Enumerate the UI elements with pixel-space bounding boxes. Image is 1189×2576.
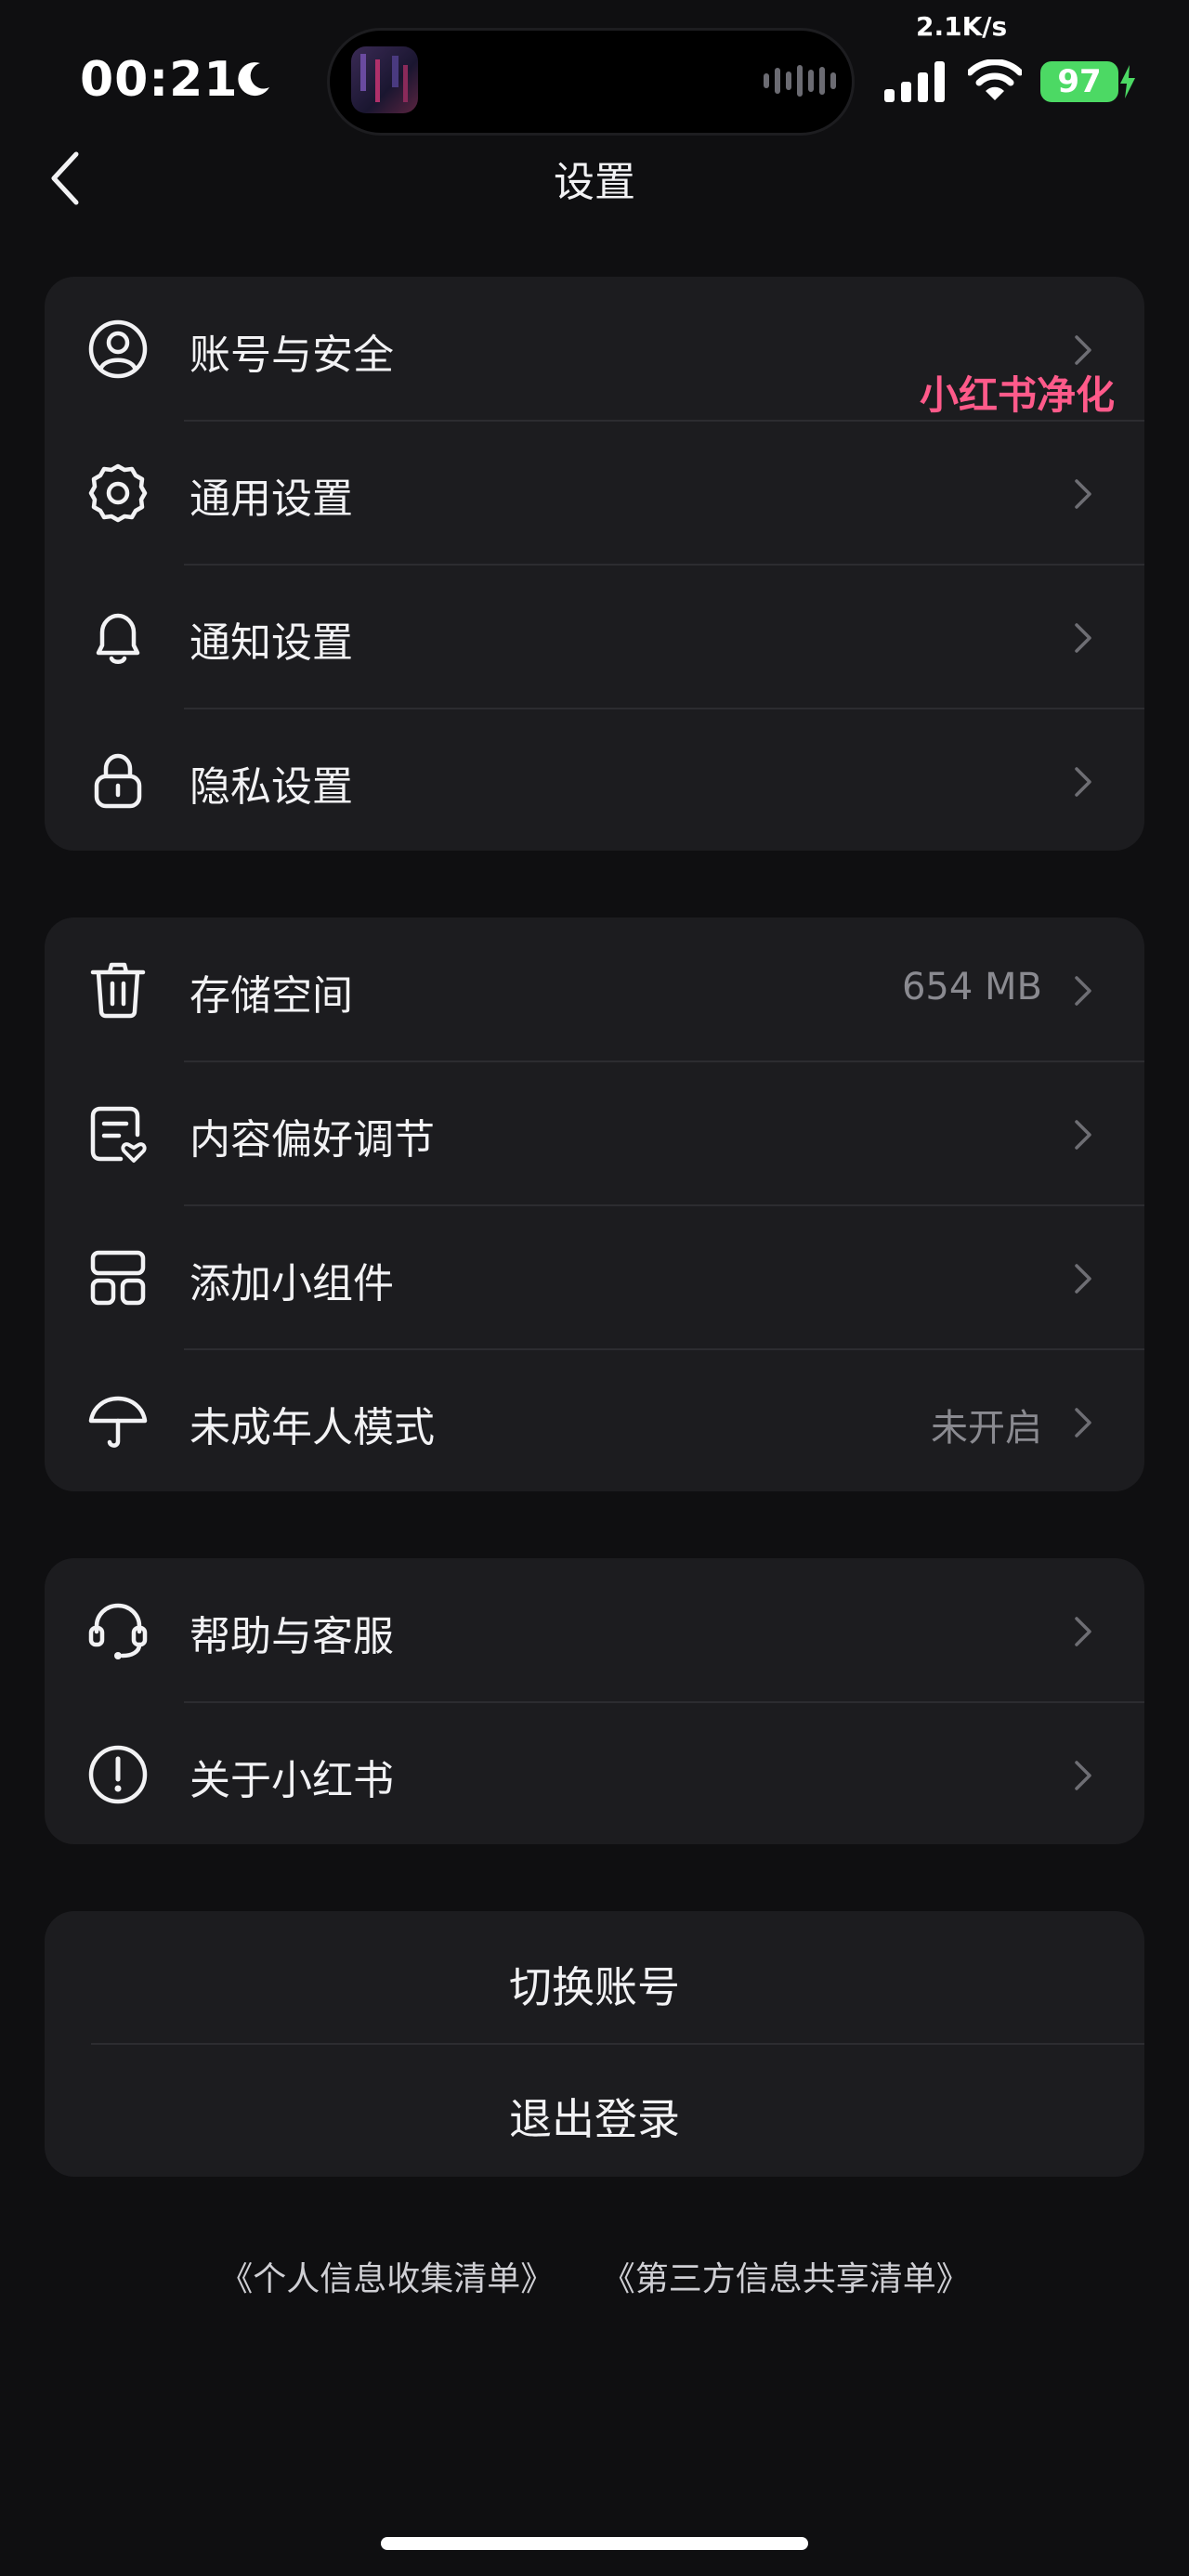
watermark-label: 小红书净化 — [920, 372, 1116, 418]
account-actions-group: 切换账号 退出登录 — [45, 1911, 1144, 2177]
settings-item-label: 关于小红书 — [189, 1757, 394, 1804]
settings-item-storage[interactable]: 存储空间 654 MB — [45, 917, 1144, 1060]
settings-item-content-preferences[interactable]: 内容偏好调节 — [45, 1061, 1144, 1204]
settings-item-label: 添加小组件 — [189, 1260, 394, 1308]
cellular-signal-icon — [884, 61, 945, 102]
footer-links: 《个人信息收集清单》 《第三方信息共享清单》 — [0, 2252, 1189, 2300]
lock-icon — [94, 753, 142, 809]
third-party-sharing-list-link[interactable]: 《第三方信息共享清单》 — [602, 2260, 970, 2298]
settings-item-minor-mode[interactable]: 未成年人模式 未开启 — [45, 1349, 1144, 1492]
settings-item-about[interactable]: 关于小红书 — [45, 1702, 1144, 1845]
settings-item-label: 通知设置 — [189, 619, 353, 667]
chevron-right-icon — [1075, 1408, 1091, 1438]
album-art-icon — [351, 46, 418, 113]
settings-item-label: 内容偏好调节 — [189, 1116, 435, 1164]
user-circle-icon — [88, 319, 148, 379]
chevron-right-icon — [1075, 976, 1091, 1006]
headset-icon — [88, 1603, 148, 1659]
settings-item-label: 隐私设置 — [189, 763, 353, 811]
settings-item-help[interactable]: 帮助与客服 — [45, 1558, 1144, 1701]
network-speed: 2.1K/s — [916, 11, 1008, 42]
settings-group-account: 账号与安全 通用设置 通知设置 隐私设置 — [45, 277, 1144, 851]
settings-item-label: 存储空间 — [189, 972, 353, 1020]
settings-item-add-widget[interactable]: 添加小组件 — [45, 1205, 1144, 1348]
personal-info-list-link[interactable]: 《个人信息收集清单》 — [219, 2260, 554, 2298]
trash-icon — [90, 962, 146, 1019]
wifi-icon — [968, 59, 1022, 100]
chevron-right-icon — [1075, 1617, 1091, 1646]
chevron-right-icon — [1075, 479, 1091, 509]
audio-waveform-icon — [764, 65, 836, 97]
settings-item-label: 未成年人模式 — [189, 1404, 435, 1451]
chevron-right-icon — [1075, 623, 1091, 653]
settings-item-notifications[interactable]: 通知设置 — [45, 565, 1144, 708]
battery-level: 97 — [1040, 61, 1118, 102]
chevron-right-icon — [1075, 1761, 1091, 1790]
settings-item-general[interactable]: 通用设置 — [45, 421, 1144, 564]
settings-item-privacy[interactable]: 隐私设置 — [45, 709, 1144, 852]
settings-item-label: 帮助与客服 — [189, 1613, 394, 1660]
moon-icon — [238, 62, 269, 97]
storage-size-value: 654 MB — [901, 966, 1042, 1008]
chevron-right-icon — [1075, 1264, 1091, 1294]
logout-button[interactable]: 退出登录 — [45, 2086, 1144, 2147]
settings-item-label: 账号与安全 — [189, 332, 394, 379]
charging-bolt-icon — [1120, 65, 1135, 98]
note-heart-icon — [90, 1106, 147, 1163]
chevron-right-icon — [1075, 1120, 1091, 1150]
chevron-right-icon — [1075, 335, 1091, 365]
minor-mode-status: 未开启 — [931, 1407, 1042, 1450]
status-time: 00:21 — [80, 52, 239, 108]
info-icon — [88, 1745, 148, 1804]
bell-icon — [96, 613, 140, 664]
settings-item-label: 通用设置 — [189, 475, 353, 523]
widget-icon — [90, 1250, 146, 1306]
switch-account-button[interactable]: 切换账号 — [45, 1954, 1144, 2015]
umbrella-icon — [88, 1396, 148, 1448]
divider — [91, 2043, 1144, 2045]
settings-group-support: 帮助与客服 关于小红书 — [45, 1558, 1144, 1844]
gear-icon — [88, 463, 148, 523]
chevron-right-icon — [1075, 767, 1091, 797]
page-title: 设置 — [554, 159, 635, 206]
home-indicator[interactable] — [381, 2537, 808, 2550]
settings-group-content: 存储空间 654 MB 内容偏好调节 添加小组件 未成年人模式 未开启 — [45, 917, 1144, 1491]
